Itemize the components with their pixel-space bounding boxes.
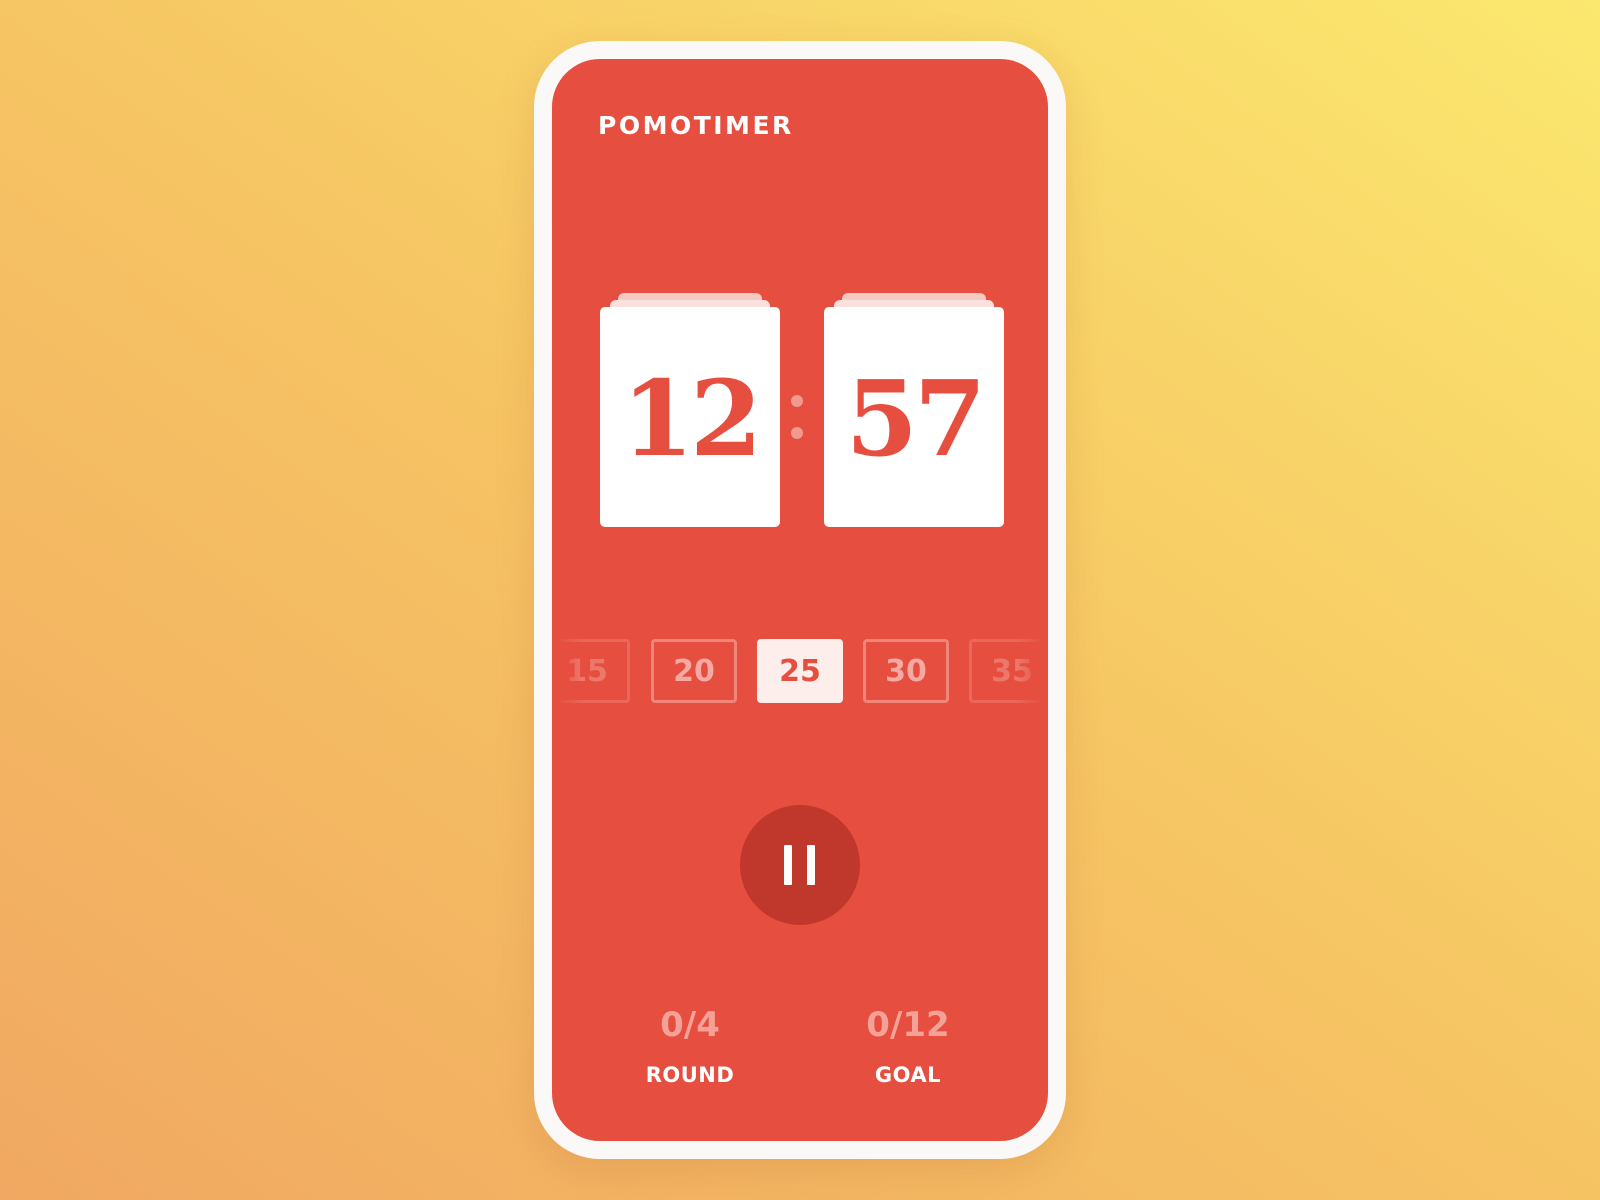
pause-icon-bar xyxy=(807,845,815,885)
app-title: POMOTIMER xyxy=(598,111,794,140)
round-stat: 0/4 ROUND xyxy=(610,1005,770,1087)
goal-value: 0/12 xyxy=(866,1005,950,1045)
app-screen: POMOTIMER 12 57 15 20 25 30 35 0/4 ROUND… xyxy=(552,59,1048,1141)
minutes-value: 12 xyxy=(621,357,763,480)
goal-label: GOAL xyxy=(874,1063,942,1087)
pause-button[interactable] xyxy=(740,805,860,925)
duration-option-30[interactable]: 30 xyxy=(863,639,949,703)
pause-icon xyxy=(784,845,792,885)
picker-fade-left xyxy=(552,629,582,713)
round-label: ROUND xyxy=(645,1063,735,1087)
minutes-sheet: 12 xyxy=(600,307,780,527)
phone-frame: POMOTIMER 12 57 15 20 25 30 35 0/4 ROUND… xyxy=(534,41,1066,1159)
duration-option-20[interactable]: 20 xyxy=(651,639,737,703)
seconds-card: 57 xyxy=(824,293,1004,527)
goal-stat: 0/12 GOAL xyxy=(828,1005,988,1087)
round-value: 0/4 xyxy=(660,1005,720,1045)
duration-picker[interactable]: 15 20 25 30 35 xyxy=(552,639,1048,703)
separator-dot-top xyxy=(791,395,803,407)
duration-option-25-selected[interactable]: 25 xyxy=(757,639,843,703)
time-separator xyxy=(790,395,804,445)
seconds-value: 57 xyxy=(845,357,987,480)
picker-fade-right xyxy=(1018,629,1048,713)
minutes-card: 12 xyxy=(600,293,780,527)
seconds-sheet: 57 xyxy=(824,307,1004,527)
separator-dot-bottom xyxy=(791,427,803,439)
